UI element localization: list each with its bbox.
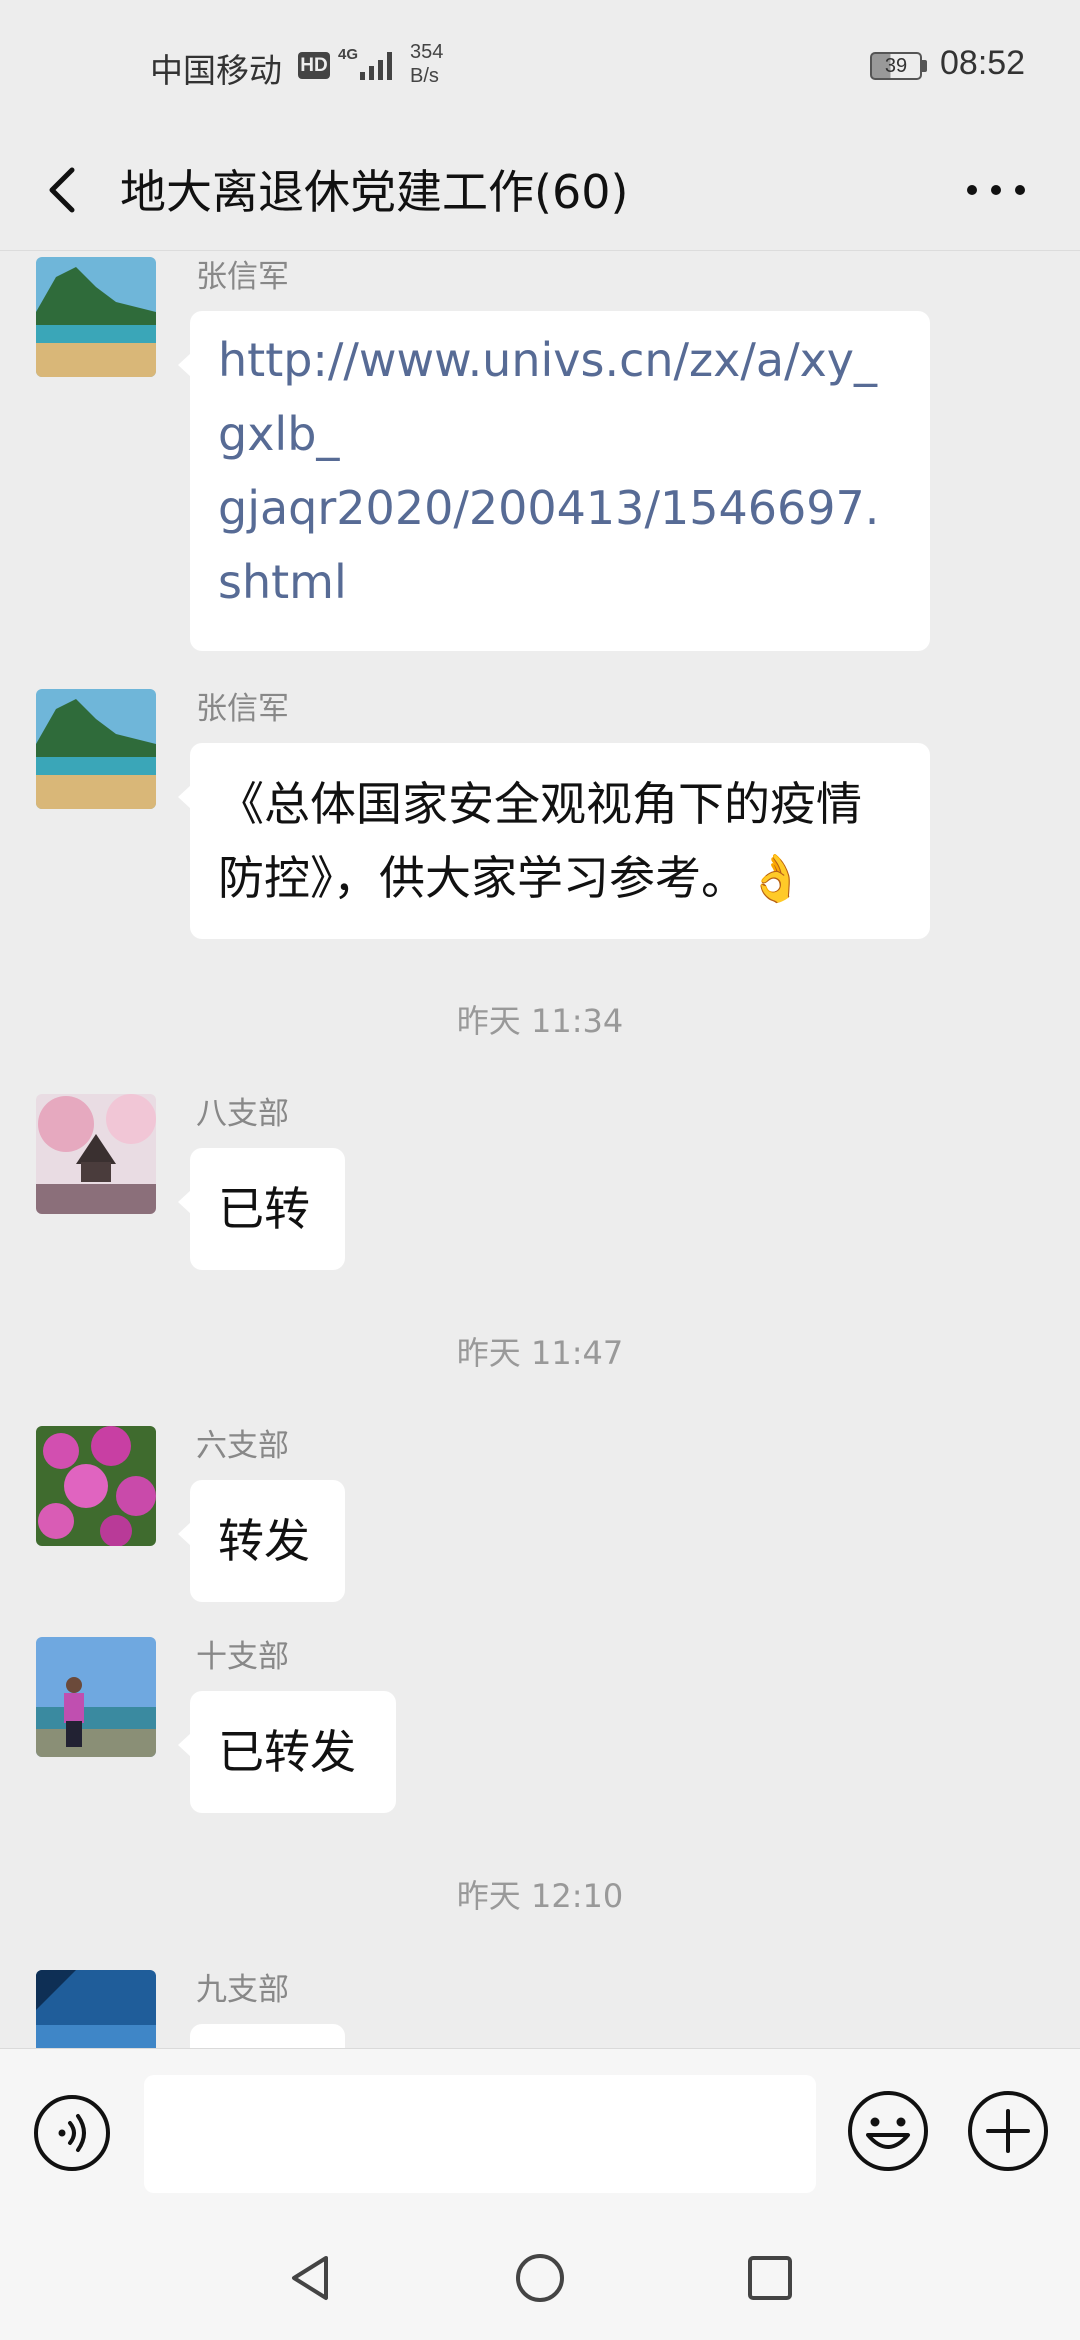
message-text xyxy=(190,2024,345,2048)
speed-unit: B/s xyxy=(410,65,439,87)
chat-title: 地大离退休党建工作(60) xyxy=(120,165,629,219)
link-line[interactable]: gxlb_ xyxy=(218,397,902,471)
timestamp: 昨天 11:34 xyxy=(456,1002,624,1040)
speed-value: 354 xyxy=(410,41,444,63)
message-line: 《总体国家安全观视角下的疫情 xyxy=(218,777,862,831)
sender-name: 九支部 xyxy=(196,1972,289,2008)
avatar-beach[interactable] xyxy=(36,257,156,377)
message-bubble[interactable]: 《总体国家安全观视角下的疫情 防控》，供大家学习参考。👌 xyxy=(178,743,930,939)
message-bubble[interactable]: 已转 xyxy=(178,1148,345,1270)
system-navigation-bar xyxy=(0,2218,1080,2340)
clock: 08:52 xyxy=(940,44,1026,82)
input-bar xyxy=(0,2048,1080,2219)
nav-back-icon[interactable] xyxy=(280,2248,340,2308)
nav-recent-apps-icon[interactable] xyxy=(740,2248,800,2308)
voice-input-icon[interactable] xyxy=(32,2093,112,2173)
link-line[interactable]: shtml xyxy=(218,545,902,619)
message-line: 防控》，供大家学习参考。 xyxy=(218,851,747,905)
chat-header: 地大离退休党建工作(60) xyxy=(0,130,1080,251)
message-line-with-emoji: 防控》，供大家学习参考。👌 xyxy=(218,841,902,915)
message-text: 《总体国家安全观视角下的疫情 防控》，供大家学习参考。👌 xyxy=(190,743,930,939)
avatar-pink-flowers[interactable] xyxy=(36,1426,156,1546)
message-input[interactable] xyxy=(144,2075,816,2193)
sender-name: 张信军 xyxy=(196,691,289,727)
avatar-person-photo[interactable] xyxy=(36,1637,156,1757)
sender-name: 张信军 xyxy=(196,259,289,295)
sender-name: 八支部 xyxy=(196,1096,289,1132)
signal-icon xyxy=(360,52,392,80)
emoji-icon[interactable] xyxy=(846,2089,930,2173)
ok-hand-emoji: 👌 xyxy=(747,851,805,905)
message-text: 已转发 xyxy=(218,1725,356,1779)
plus-icon[interactable] xyxy=(966,2089,1050,2173)
battery-icon: 39 xyxy=(870,52,922,80)
message-text: 转发 xyxy=(218,1514,310,1568)
status-bar: 中国移动 HD 4G 354 B/s 39 08:52 xyxy=(0,0,1080,130)
more-options-icon[interactable] xyxy=(956,158,1036,222)
message-bubble[interactable]: 转发 xyxy=(178,1480,345,1602)
timestamp: 昨天 11:47 xyxy=(456,1334,624,1372)
message-bubble[interactable] xyxy=(190,2024,345,2048)
avatar-beach[interactable] xyxy=(36,689,156,809)
sender-name: 六支部 xyxy=(196,1428,289,1464)
message-bubble[interactable]: 已转发 xyxy=(178,1691,396,1813)
battery-tip xyxy=(922,60,927,72)
message-bubble[interactable]: http://www.univs.cn/zx/a/xy_ gxlb_ gjaqr… xyxy=(178,311,930,651)
timestamp: 昨天 12:10 xyxy=(456,1877,624,1915)
avatar-ocean[interactable] xyxy=(36,1970,156,2048)
link-text[interactable]: http://www.univs.cn/zx/a/xy_ gxlb_ gjaqr… xyxy=(190,311,930,643)
network-speed: 354 B/s xyxy=(410,40,443,88)
hd-badge: HD xyxy=(298,52,330,79)
link-line[interactable]: gjaqr2020/200413/1546697. xyxy=(218,471,902,545)
back-arrow-icon[interactable] xyxy=(30,152,106,228)
link-line[interactable]: http://www.univs.cn/zx/a/xy_ xyxy=(218,323,902,397)
nav-home-icon[interactable] xyxy=(510,2248,570,2308)
sender-name: 十支部 xyxy=(196,1639,289,1675)
message-list[interactable]: 张信军 http://www.univs.cn/zx/a/xy_ gxlb_ g… xyxy=(0,251,1080,2048)
network-type: 4G xyxy=(338,46,359,63)
message-text: 已转 xyxy=(218,1182,310,1236)
avatar-cherry-blossom[interactable] xyxy=(36,1094,156,1214)
carrier-name: 中国移动 xyxy=(150,51,282,90)
